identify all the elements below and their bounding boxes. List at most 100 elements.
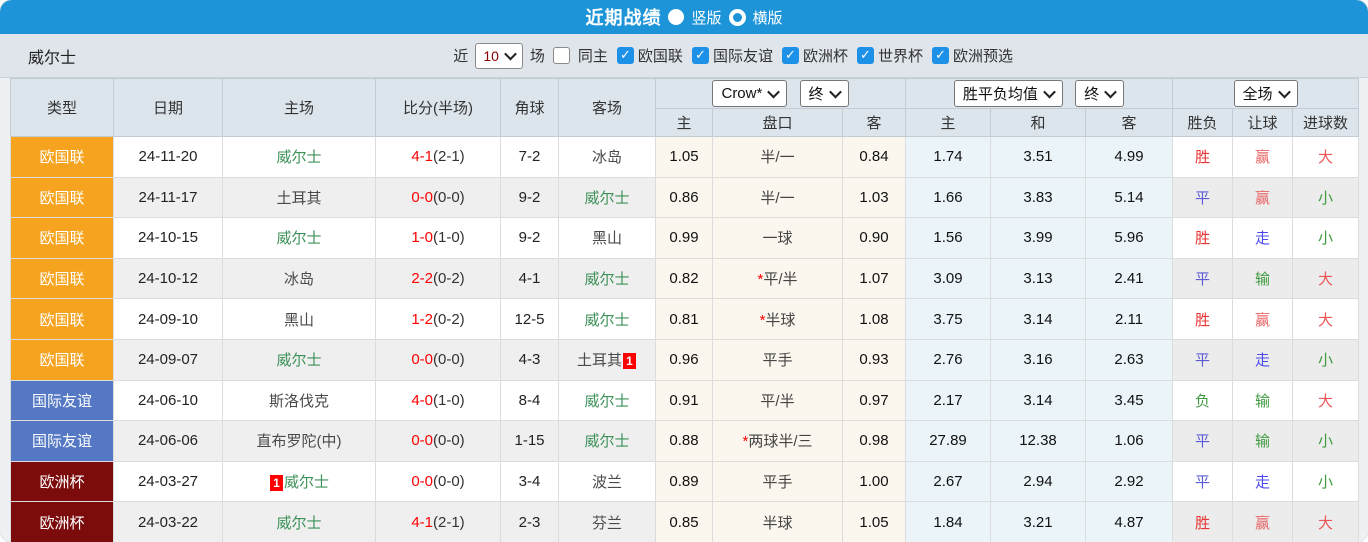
table-row: 欧国联 24-11-17 土耳其 0-0(0-0) 9-2 威尔士 0.86 半/一 1.03 1… [10, 176, 1360, 219]
corner-cell: 9-2 [500, 217, 559, 259]
odds-home-cell: 0.81 [655, 298, 713, 340]
page-title: 近期战绩 [585, 8, 662, 28]
goals-result-cell: 小 [1291, 420, 1360, 462]
layout-horizontal-label[interactable]: 横版 [753, 7, 783, 28]
goals-result-cell: 大 [1291, 257, 1360, 300]
filter-controls: 近 10 场 同主 ✓ 欧国联 ✓ 国际友谊 ✓ 欧洲杯 ✓ 世界杯 ✓ 欧洲预… [450, 42, 1016, 69]
odds-away-cell: 1.07 [842, 257, 906, 300]
avg-draw-cell: 3.13 [990, 257, 1086, 300]
score-cell: 4-1(2-1) [375, 136, 501, 178]
away-team-cell: 黑山 [558, 217, 656, 259]
avg-odds-select[interactable]: 胜平负均值 [953, 80, 1063, 107]
avg-away-cell: 5.96 [1085, 217, 1173, 259]
league-checkbox-euroqual[interactable]: ✓ [931, 47, 949, 64]
layout-vertical-label[interactable]: 竖版 [691, 7, 721, 28]
avg-home-cell: 2.17 [905, 379, 991, 422]
score-cell: 1-0(1-0) [375, 217, 501, 259]
avg-home-cell: 1.56 [905, 217, 991, 259]
period-select[interactable]: 全场 [1233, 80, 1298, 107]
handicap-cell: 半/一 [712, 136, 843, 178]
score-cell: 4-1(2-1) [375, 501, 501, 542]
handicap-result-cell: 赢 [1232, 501, 1293, 542]
score-cell: 1-2(0-2) [375, 298, 501, 340]
handicap-cell: 平手 [712, 460, 843, 503]
col-header-odds-away: 客 [842, 108, 906, 137]
wdl-result-cell: 胜 [1172, 298, 1233, 340]
odds-home-cell: 0.91 [655, 379, 713, 422]
recent-label: 近 [453, 48, 469, 65]
goals-result-cell: 小 [1291, 176, 1360, 219]
avg-home-cell: 2.76 [905, 338, 991, 381]
avg-time-select[interactable]: 终 [1075, 80, 1125, 107]
odds-time-select[interactable]: 终 [799, 80, 849, 107]
league-cell: 欧国联 [10, 217, 114, 259]
col-header-let: 让球 [1232, 108, 1293, 137]
chevron-down-icon [1043, 85, 1056, 99]
league-checkbox-euro[interactable]: ✓ [781, 47, 799, 64]
handicap-result-cell: 输 [1232, 379, 1293, 422]
home-team-cell: 冰岛 [222, 257, 376, 300]
goals-result-cell: 小 [1291, 338, 1360, 381]
handicap-result-cell: 走 [1232, 460, 1293, 503]
corner-cell: 9-2 [500, 176, 559, 219]
handicap-result-cell: 走 [1232, 217, 1293, 259]
odds-home-cell: 1.05 [655, 136, 713, 178]
chevron-down-icon [504, 47, 517, 61]
handicap-cell: *平/半 [712, 257, 843, 300]
odds-away-cell: 0.90 [842, 217, 906, 259]
corner-cell: 8-4 [500, 379, 559, 422]
rank-badge: 1 [269, 475, 283, 492]
results-table-wrap: 类型 日期 主场 比分(半场) 角球 客场 Crow* 终 胜平负均值 终 全场… [0, 78, 1368, 542]
odds-home-cell: 0.99 [655, 217, 713, 259]
league-checkbox-friendly[interactable]: ✓ [691, 47, 709, 64]
odds-away-cell: 1.03 [842, 176, 906, 219]
odds-home-cell: 0.86 [655, 176, 713, 219]
league-checkbox-nations[interactable]: ✓ [616, 47, 634, 64]
avg-away-cell: 2.92 [1085, 460, 1173, 503]
wdl-result-cell: 平 [1172, 338, 1233, 381]
home-team-cell: 威尔士 [222, 338, 376, 381]
away-team-cell: 土耳其 1 [558, 338, 656, 381]
score-cell: 4-0(1-0) [375, 379, 501, 422]
team-name: 威尔士 [28, 49, 77, 67]
filter-row: 威尔士 近 10 场 同主 ✓ 欧国联 ✓ 国际友谊 ✓ 欧洲杯 ✓ 世界杯 ✓… [0, 34, 1368, 78]
date-cell: 24-03-22 [113, 501, 223, 542]
odds-away-cell: 0.84 [842, 136, 906, 178]
score-cell: 2-2(0-2) [375, 257, 501, 300]
home-team-cell: 斯洛伐克 [222, 379, 376, 422]
league-label-euro: 欧洲杯 [802, 48, 848, 65]
league-checkbox-worldcup[interactable]: ✓ [856, 47, 874, 64]
layout-vertical-radio[interactable] [668, 9, 685, 25]
bookmaker-select[interactable]: Crow* [712, 80, 788, 107]
date-cell: 24-03-27 [113, 460, 223, 503]
odds-away-cell: 0.98 [842, 420, 906, 462]
handicap-result-cell: 赢 [1232, 136, 1293, 178]
wdl-result-cell: 平 [1172, 176, 1233, 219]
score-cell: 0-0(0-0) [375, 338, 501, 381]
match-count-select[interactable]: 10 [475, 42, 523, 69]
avg-away-cell: 1.06 [1085, 420, 1173, 462]
avg-draw-cell: 3.14 [990, 379, 1086, 422]
table-row: 欧国联 24-09-10 黑山 1-2(0-2) 12-5 威尔士 0.81 *半球 1.08 3… [10, 298, 1360, 340]
away-team-cell: 威尔士 [558, 379, 656, 422]
wdl-result-cell: 平 [1172, 257, 1233, 300]
layout-horizontal-radio[interactable] [728, 8, 746, 26]
score-cell: 0-0(0-0) [375, 420, 501, 462]
avg-away-cell: 2.11 [1085, 298, 1173, 340]
avg-away-cell: 2.63 [1085, 338, 1173, 381]
avg-away-cell: 5.14 [1085, 176, 1173, 219]
avg-home-cell: 27.89 [905, 420, 991, 462]
away-team-cell: 威尔士 [558, 298, 656, 340]
corner-cell: 12-5 [500, 298, 559, 340]
same-venue-checkbox[interactable] [552, 47, 570, 64]
home-team-cell: 威尔士 [222, 217, 376, 259]
avg-draw-cell: 3.14 [990, 298, 1086, 340]
wdl-result-cell: 平 [1172, 420, 1233, 462]
date-cell: 24-10-12 [113, 257, 223, 300]
avg-home-cell: 3.75 [905, 298, 991, 340]
handicap-cell: 半球 [712, 501, 843, 542]
home-team-cell: 黑山 [222, 298, 376, 340]
avg-draw-cell: 2.94 [990, 460, 1086, 503]
avg-draw-cell: 3.51 [990, 136, 1086, 178]
corner-cell: 2-3 [500, 501, 559, 542]
